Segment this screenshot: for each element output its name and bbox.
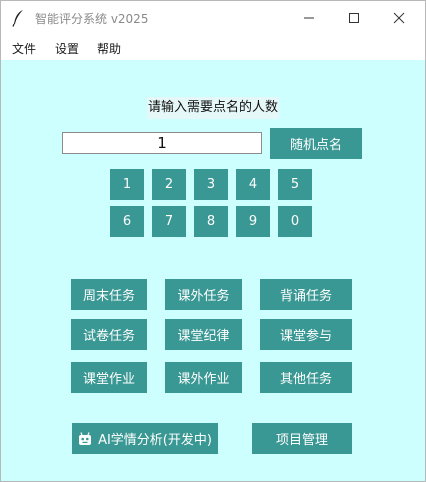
project-manage-button[interactable]: 项目管理 <box>252 423 352 454</box>
close-button[interactable] <box>377 1 423 35</box>
minimize-icon <box>304 17 314 19</box>
count-prompt-label: 请输入需要点名的人数 <box>147 97 279 119</box>
minimize-button[interactable] <box>287 1 333 35</box>
window-title: 智能评分系统 v2025 <box>35 12 149 26</box>
keypad-key-3[interactable]: 3 <box>194 169 228 200</box>
class-discipline-button[interactable]: 课堂纪律 <box>165 319 242 350</box>
extracurricular-task-button[interactable]: 课外任务 <box>165 279 242 310</box>
menu-bar: 文件 设置 帮助 <box>1 35 425 60</box>
keypad-key-8[interactable]: 8 <box>194 206 228 237</box>
app-window: 智能评分系统 v2025 文件 设置 帮助 请输入需要点名的人数 随机点名 1 … <box>0 0 426 482</box>
menu-settings[interactable]: 设置 <box>55 40 79 57</box>
class-homework-button[interactable]: 课堂作业 <box>71 362 147 393</box>
feather-pen-icon <box>11 9 25 27</box>
ai-analysis-button[interactable]: AI学情分析(开发中) <box>72 423 218 454</box>
exam-task-button[interactable]: 试卷任务 <box>71 319 147 350</box>
keypad-key-7[interactable]: 7 <box>152 206 186 237</box>
keypad-key-9[interactable]: 9 <box>236 206 270 237</box>
count-input[interactable] <box>62 132 262 154</box>
keypad-key-4[interactable]: 4 <box>236 169 270 200</box>
keypad-key-5[interactable]: 5 <box>278 169 312 200</box>
keypad-key-6[interactable]: 6 <box>110 206 144 237</box>
other-task-button[interactable]: 其他任务 <box>260 362 352 393</box>
menu-help[interactable]: 帮助 <box>97 40 121 57</box>
title-bar[interactable]: 智能评分系统 v2025 <box>1 1 425 35</box>
keypad-key-1[interactable]: 1 <box>110 169 144 200</box>
close-icon <box>393 12 405 24</box>
maximize-button[interactable] <box>332 1 378 35</box>
ai-analysis-label: AI学情分析(开发中) <box>98 433 212 448</box>
random-call-button[interactable]: 随机点名 <box>270 128 362 159</box>
robot-icon <box>78 431 92 446</box>
class-participation-button[interactable]: 课堂参与 <box>260 319 352 350</box>
menu-file[interactable]: 文件 <box>12 40 36 57</box>
maximize-icon <box>349 13 359 23</box>
keypad-key-0[interactable]: 0 <box>278 206 312 237</box>
extracurricular-homework-button[interactable]: 课外作业 <box>165 362 242 393</box>
recitation-task-button[interactable]: 背诵任务 <box>260 279 352 310</box>
keypad-key-2[interactable]: 2 <box>152 169 186 200</box>
weekend-task-button[interactable]: 周末任务 <box>71 279 147 310</box>
